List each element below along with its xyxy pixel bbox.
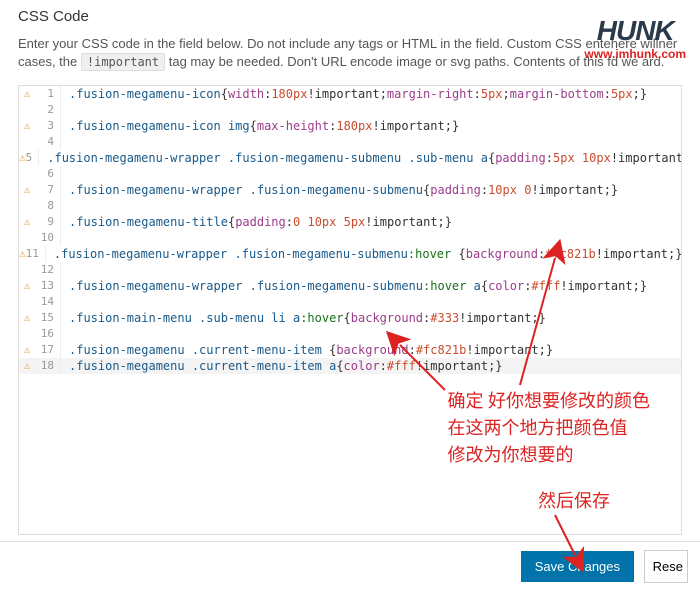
code-line[interactable]: 14 xyxy=(19,294,681,310)
warning-icon: ⚠ xyxy=(19,118,35,134)
line-number: 11 xyxy=(26,246,46,262)
important-tag-code: !important xyxy=(81,53,165,71)
code-line[interactable]: 8 xyxy=(19,198,681,214)
warning-icon: ⚠ xyxy=(19,214,35,230)
line-number: 17 xyxy=(35,342,61,358)
code-content[interactable]: .fusion-megamenu-wrapper .fusion-megamen… xyxy=(39,150,682,166)
line-number: 5 xyxy=(26,150,40,166)
save-changes-button[interactable]: Save Changes xyxy=(521,551,634,582)
line-number: 13 xyxy=(35,278,61,294)
code-content[interactable]: .fusion-megamenu-wrapper .fusion-megamen… xyxy=(46,246,682,262)
reset-button[interactable]: Rese xyxy=(644,550,688,583)
code-line[interactable]: ⚠1.fusion-megamenu-icon{width:180px!impo… xyxy=(19,86,681,102)
code-line[interactable]: ⚠11.fusion-megamenu-wrapper .fusion-mega… xyxy=(19,246,681,262)
section-description: Enter your CSS code in the field below. … xyxy=(18,35,682,71)
code-content[interactable]: .fusion-megamenu .current-menu-item a{co… xyxy=(61,358,503,374)
warning-icon: ⚠ xyxy=(19,358,35,374)
section-title: CSS Code xyxy=(18,8,682,25)
watermark: HUNK www.imhunk.com xyxy=(584,15,686,61)
code-line[interactable]: 16 xyxy=(19,326,681,342)
code-line[interactable]: ⚠13.fusion-megamenu-wrapper .fusion-mega… xyxy=(19,278,681,294)
line-number: 4 xyxy=(35,134,61,150)
annotation-text-2: 然后保存 xyxy=(538,488,610,515)
warning-icon: ⚠ xyxy=(19,86,35,102)
warning-icon: ⚠ xyxy=(19,182,35,198)
watermark-logo: HUNK xyxy=(584,15,686,47)
code-line[interactable]: ⚠3.fusion-megamenu-icon img{max-height:1… xyxy=(19,118,681,134)
code-line[interactable]: 10 xyxy=(19,230,681,246)
code-line[interactable]: ⚠5.fusion-megamenu-wrapper .fusion-megam… xyxy=(19,150,681,166)
code-line[interactable]: 12 xyxy=(19,262,681,278)
line-number: 6 xyxy=(35,166,61,182)
code-line[interactable]: ⚠18.fusion-megamenu .current-menu-item a… xyxy=(19,358,681,374)
warning-icon: ⚠ xyxy=(19,342,35,358)
watermark-url: www.imhunk.com xyxy=(584,47,686,61)
line-number: 8 xyxy=(35,198,61,214)
line-number: 15 xyxy=(35,310,61,326)
code-line[interactable]: 4 xyxy=(19,134,681,150)
warning-icon: ⚠ xyxy=(19,246,26,262)
code-line[interactable]: ⚠17.fusion-megamenu .current-menu-item {… xyxy=(19,342,681,358)
code-content[interactable]: .fusion-megamenu-icon img{max-height:180… xyxy=(61,118,459,134)
annotation-text-1: 确定 好你想要修改的颜色 在这两个地方把颜色值 修改为你想要的 xyxy=(448,388,651,469)
code-content[interactable]: .fusion-megamenu-title{padding:0 10px 5p… xyxy=(61,214,452,230)
code-content[interactable]: .fusion-megamenu .current-menu-item {bac… xyxy=(61,342,553,358)
code-line[interactable]: 2 xyxy=(19,102,681,118)
footer-actions: Save Changes Rese xyxy=(0,541,700,591)
code-content[interactable]: .fusion-megamenu-wrapper .fusion-megamen… xyxy=(61,278,647,294)
code-line[interactable]: ⚠15.fusion-main-menu .sub-menu li a:hove… xyxy=(19,310,681,326)
line-number: 10 xyxy=(35,230,61,246)
line-number: 7 xyxy=(35,182,61,198)
warning-icon: ⚠ xyxy=(19,310,35,326)
line-number: 12 xyxy=(35,262,61,278)
line-number: 14 xyxy=(35,294,61,310)
code-content[interactable]: .fusion-main-menu .sub-menu li a:hover{b… xyxy=(61,310,546,326)
code-content[interactable]: .fusion-megamenu-icon{width:180px!import… xyxy=(61,86,647,102)
line-number: 2 xyxy=(35,102,61,118)
line-number: 9 xyxy=(35,214,61,230)
warning-icon: ⚠ xyxy=(19,278,35,294)
warning-icon: ⚠ xyxy=(19,150,26,166)
code-line[interactable]: 6 xyxy=(19,166,681,182)
line-number: 16 xyxy=(35,326,61,342)
code-line[interactable]: ⚠7.fusion-megamenu-wrapper .fusion-megam… xyxy=(19,182,681,198)
code-content[interactable]: .fusion-megamenu-wrapper .fusion-megamen… xyxy=(61,182,618,198)
line-number: 3 xyxy=(35,118,61,134)
line-number: 18 xyxy=(35,358,61,374)
line-number: 1 xyxy=(35,86,61,102)
code-line[interactable]: ⚠9.fusion-megamenu-title{padding:0 10px … xyxy=(19,214,681,230)
